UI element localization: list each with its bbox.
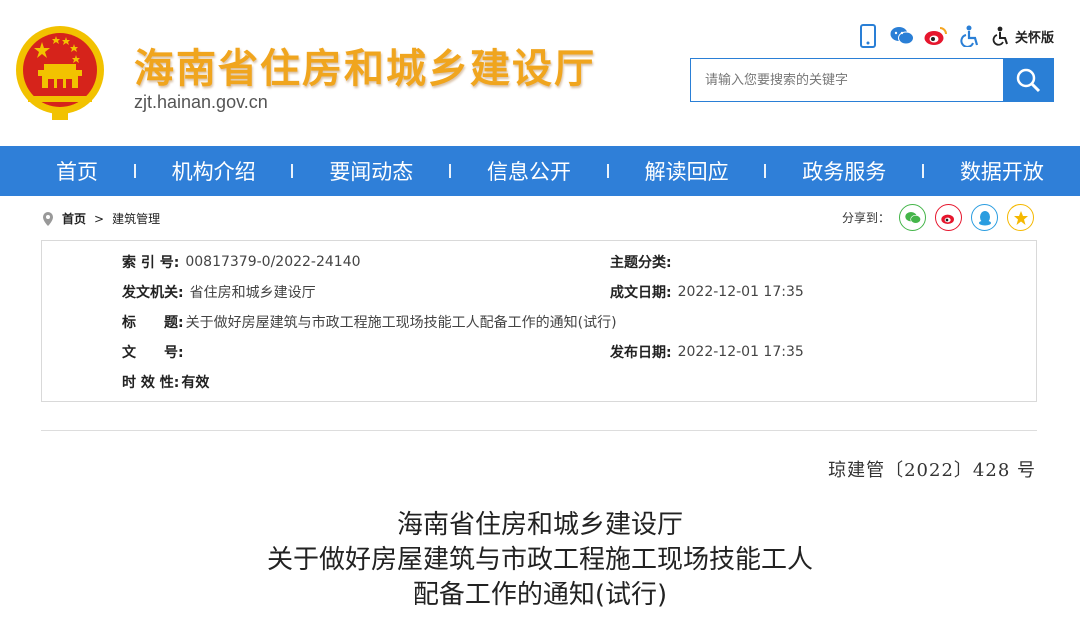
share-label: 分享到： (841, 211, 890, 225)
nav-item-disclosure[interactable]: 信息公开 (487, 156, 571, 186)
info-published-value: 2022-12-01 17:35 (677, 344, 804, 360)
breadcrumb-current[interactable]: 建筑管理 (112, 210, 160, 227)
article-title-line1: 海南省住房和城乡建设厅 (396, 510, 683, 540)
site-header: 海南省住房和城乡建设厅 zjt.hainan.gov.cn 关怀版 (0, 0, 1080, 146)
info-title: 标 题: 关于做好房屋建筑与市政工程施工现场技能工人配备工作的通知(试行) (122, 312, 617, 332)
weibo-icon[interactable] (924, 24, 948, 48)
document-number: 琼建管〔2022〕428 号 (828, 460, 1036, 481)
article-title-line3: 配备工作的通知(试行) (412, 580, 668, 610)
nav-separator (291, 164, 294, 178)
search-box (690, 58, 1054, 102)
info-written-label: 成文日期: (610, 285, 672, 301)
share-weibo-button[interactable] (935, 204, 962, 231)
info-title-label: 标 题: (122, 315, 184, 331)
nav-separator (133, 164, 136, 178)
info-topic: 主题分类: (610, 252, 678, 272)
nav-item-services[interactable]: 政务服务 (802, 156, 886, 186)
info-written-value: 2022-12-01 17:35 (677, 284, 804, 300)
nav-separator (606, 164, 609, 178)
nav-separator (764, 164, 767, 178)
nav-item-news[interactable]: 要闻动态 (329, 156, 413, 186)
wechat-icon[interactable] (890, 24, 914, 48)
nav-separator (449, 164, 452, 178)
accessibility-icon[interactable] (958, 24, 982, 48)
qzone-star-icon (1013, 210, 1028, 225)
elder-care-label: 关怀版 (1014, 30, 1054, 46)
site-title[interactable]: 海南省住房和城乡建设厅 (134, 36, 596, 94)
search-icon (1016, 68, 1041, 93)
nav-item-about[interactable]: 机构介绍 (172, 156, 256, 186)
share-qzone-button[interactable] (1007, 204, 1034, 231)
info-index: 索 引 号: 00817379-0/2022-24140 (122, 252, 361, 272)
mobile-icon[interactable] (856, 24, 880, 48)
breadcrumb-home[interactable]: 首页 (62, 210, 86, 227)
nav-item-interpretation[interactable]: 解读回应 (645, 156, 729, 186)
info-title-value: 关于做好房屋建筑与市政工程施工现场技能工人配备工作的通知(试行) (185, 315, 617, 331)
location-pin-icon (43, 211, 53, 226)
article-title: 海南省住房和城乡建设厅 关于做好房屋建筑与市政工程施工现场技能工人 配备工作的通… (0, 508, 1080, 613)
wechat-icon (904, 211, 921, 224)
info-published-label: 发布日期: (610, 345, 672, 361)
nav-separator (922, 164, 925, 178)
search-input[interactable] (691, 59, 1003, 101)
top-toolbar: 关怀版 (856, 24, 1054, 48)
info-written-date: 成文日期: 2022-12-01 17:35 (610, 282, 804, 302)
elder-care-mode[interactable]: 关怀版 (992, 26, 1054, 46)
share-bar: 分享到： (842, 204, 1034, 231)
weibo-icon (940, 214, 954, 224)
info-issuer-label: 发文机关: (122, 285, 184, 301)
info-validity: 时 效 性: 有效 (122, 372, 209, 392)
share-qq-button[interactable] (971, 204, 998, 231)
share-wechat-button[interactable] (899, 204, 926, 231)
info-topic-label: 主题分类: (610, 255, 672, 271)
info-validity-label: 时 效 性: (122, 375, 180, 391)
main-nav: 首页 机构介绍 要闻动态 信息公开 解读回应 政务服务 数据开放 (0, 146, 1080, 196)
info-validity-value: 有效 (181, 375, 210, 391)
document-info-panel: 索 引 号: 00817379-0/2022-24140 主题分类: 发文机关:… (41, 240, 1037, 402)
breadcrumb: 首页 > 建筑管理 (42, 210, 160, 227)
info-issuer: 发文机关: 省住房和城乡建设厅 (122, 282, 316, 302)
info-index-label: 索 引 号: (122, 255, 180, 271)
info-docno-label: 文 号: (122, 345, 184, 361)
info-published-date: 发布日期: 2022-12-01 17:35 (610, 342, 804, 362)
info-issuer-value: 省住房和城乡建设厅 (189, 285, 316, 301)
nav-item-home[interactable]: 首页 (56, 156, 98, 186)
national-emblem-icon (16, 26, 104, 120)
qq-icon (978, 210, 991, 225)
nav-item-open-data[interactable]: 数据开放 (960, 156, 1044, 186)
elder-care-icon (992, 26, 1008, 46)
search-button[interactable] (1003, 59, 1053, 101)
breadcrumb-separator: > (94, 211, 105, 226)
article-title-line2: 关于做好房屋建筑与市政工程施工现场技能工人 (266, 545, 813, 575)
info-doc-number: 文 号: (122, 342, 190, 362)
breadcrumb-row: 首页 > 建筑管理 分享到： (0, 196, 1080, 240)
content-divider (41, 430, 1037, 431)
info-index-value: 00817379-0/2022-24140 (185, 254, 361, 270)
site-domain: zjt.hainan.gov.cn (134, 92, 268, 112)
